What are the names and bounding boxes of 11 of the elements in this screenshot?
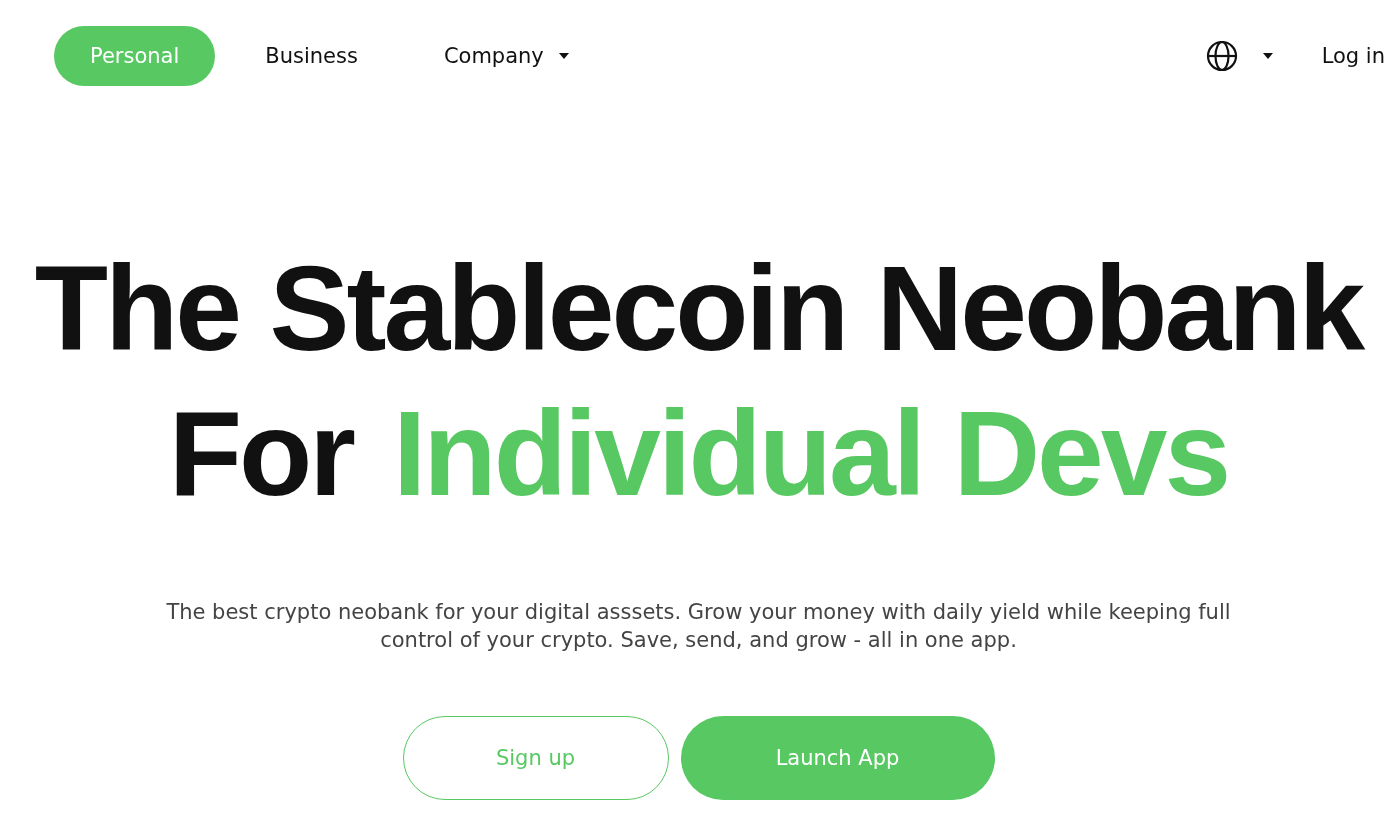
globe-icon (1205, 40, 1238, 72)
caret-icon (1261, 52, 1274, 60)
language-selector[interactable] (1205, 40, 1274, 72)
caret-icon (557, 52, 570, 60)
hero-description: The best crypto neobank for your digital asssets. Grow your money with daily yield while keeping full control of your crypto. Save, send, and grow - all in one app. (165, 599, 1232, 654)
nav-tab[interactable]: Business (229, 26, 394, 86)
nav-tab[interactable]: Company (407, 26, 606, 86)
login-link[interactable]: Log in (1321, 44, 1385, 68)
hero-title: For (168, 385, 353, 522)
hero-title: Individual Devs (393, 385, 1229, 522)
hero-title: The Stablecoin Neobank (33, 240, 1365, 377)
